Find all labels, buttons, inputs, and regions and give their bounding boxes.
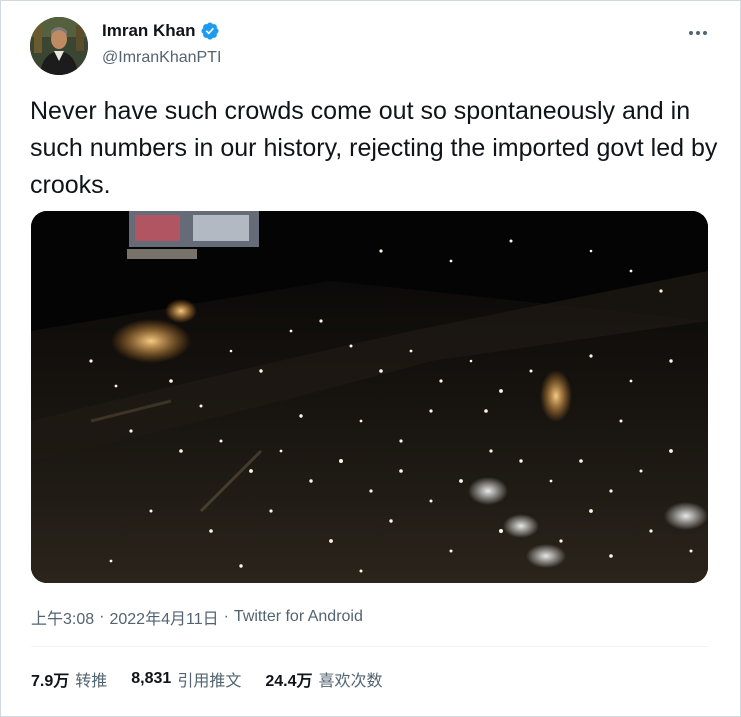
- retweets-count: 7.9万: [31, 673, 70, 690]
- author-name-row: Imran Khan: [102, 21, 220, 41]
- verified-badge-icon: [200, 22, 219, 40]
- avatar-portrait-icon: [30, 17, 88, 75]
- likes-label: 喜欢次数: [318, 673, 383, 690]
- night-crowd-video-icon: [31, 211, 708, 583]
- quotes-label: 引用推文: [177, 673, 242, 690]
- retweets-stat[interactable]: 7.9万 转推: [31, 667, 107, 691]
- divider: [31, 646, 708, 647]
- retweets-label: 转推: [75, 673, 108, 690]
- quotes-count: 8,831: [131, 670, 172, 687]
- likes-stat[interactable]: 24.4万 喜欢次数: [265, 667, 382, 691]
- tweet-source[interactable]: Twitter for Android: [234, 608, 363, 626]
- tweet-text: Never have such crowds come out so spont…: [30, 97, 718, 199]
- meta-separator: ·: [99, 608, 105, 625]
- meta-separator: ·: [223, 608, 229, 625]
- tweet-time[interactable]: 上午3:08: [31, 605, 94, 629]
- quotes-stat[interactable]: 8,831 引用推文: [131, 667, 241, 691]
- author-name[interactable]: Imran Khan: [102, 21, 196, 41]
- tweet-stats: 7.9万 转推 8,831 引用推文 24.4万 喜欢次数: [31, 667, 407, 691]
- author-handle[interactable]: @ImranKhanPTI: [102, 49, 221, 67]
- tweet-card: Imran Khan @ImranKhanPTI Never have such…: [0, 0, 741, 717]
- tweet-meta: 上午3:08 · 2022年4月11日 · Twitter for Androi…: [31, 605, 363, 629]
- likes-count: 24.4万: [265, 673, 313, 690]
- more-horizontal-icon[interactable]: [686, 23, 710, 43]
- tweet-date[interactable]: 2022年4月11日: [109, 605, 218, 629]
- tweet-video[interactable]: [31, 211, 708, 583]
- avatar[interactable]: [30, 17, 88, 75]
